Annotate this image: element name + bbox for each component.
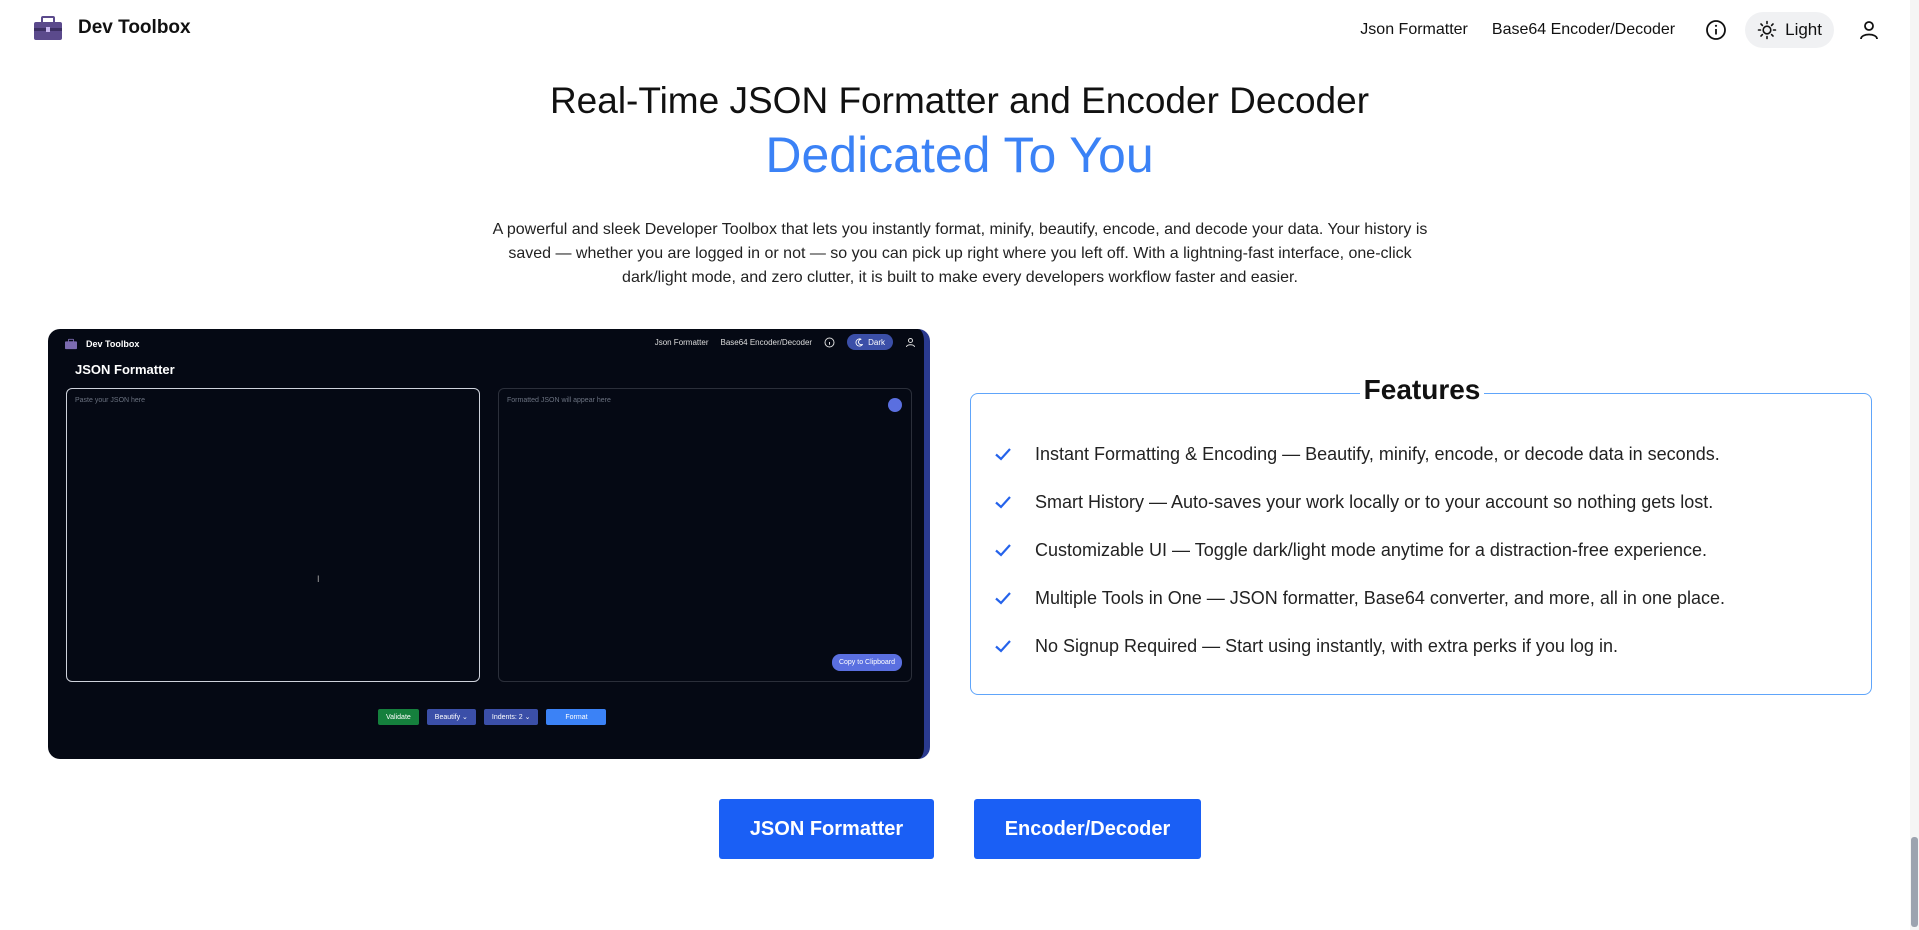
feature-text: Smart History — Auto-saves your work loc… bbox=[1035, 491, 1714, 512]
preview-indents-chevron-icon: ⌄ bbox=[524, 714, 531, 721]
feature-text: Instant Formatting & Encoding — Beautify… bbox=[1035, 443, 1720, 464]
toolbox-logo-icon bbox=[34, 16, 62, 40]
check-icon bbox=[995, 544, 1011, 557]
hero-description: A powerful and sleek Developer Toolbox t… bbox=[492, 221, 1428, 286]
check-icon bbox=[995, 592, 1011, 605]
check-icon bbox=[995, 448, 1011, 461]
preview-copy-icon bbox=[888, 398, 902, 412]
scrollbar-thumb[interactable] bbox=[1911, 837, 1918, 927]
preview-indents-select: Indents: 2 ⌄ bbox=[483, 709, 539, 725]
nav-base64[interactable]: Base64 Encoder/Decoder bbox=[1492, 21, 1675, 39]
feature-text: Customizable UI — Toggle dark/light mode… bbox=[1035, 539, 1707, 560]
moon-icon bbox=[855, 337, 864, 346]
main-nav: Json Formatter Base64 Encoder/Decoder Li… bbox=[1360, 12, 1886, 48]
nav-json-formatter[interactable]: Json Formatter bbox=[1360, 21, 1468, 39]
info-icon bbox=[1706, 20, 1727, 40]
preview-mode-label: Beautify bbox=[434, 713, 461, 721]
user-icon bbox=[1860, 21, 1878, 40]
preview-input-placeholder: Paste your JSON here bbox=[75, 397, 146, 404]
feature-item: No Signup Required — Start using instant… bbox=[993, 622, 1725, 670]
preview-brand-name: Dev Toolbox bbox=[86, 339, 140, 349]
app-preview-image: Dev Toolbox Json Formatter Base64 Encode… bbox=[48, 329, 930, 759]
preview-info-icon bbox=[824, 337, 835, 347]
preview-controls: Validate Beautify ⌄ Indents: 2 ⌄ Format bbox=[378, 709, 607, 725]
preview-title: JSON Formatter bbox=[75, 362, 175, 377]
features-title: Features bbox=[1359, 374, 1485, 405]
check-icon bbox=[995, 496, 1011, 509]
features-list: Instant Formatting & Encoding — Beautify… bbox=[993, 430, 1725, 670]
site-header: Dev Toolbox Json Formatter Base64 Encode… bbox=[0, 0, 1910, 58]
hero-subtitle: Dedicated To You bbox=[765, 127, 1154, 183]
preview-theme-label: Dark bbox=[868, 337, 885, 347]
preview-output-placeholder: Formatted JSON will appear here bbox=[507, 397, 611, 404]
info-button[interactable] bbox=[1699, 13, 1733, 47]
preview-output-panel: Formatted JSON will appear here Copy to … bbox=[498, 388, 912, 682]
hero-title: Real-Time JSON Formatter and Encoder Dec… bbox=[549, 80, 1370, 121]
features-box: Features Instant Formatting & Encoding —… bbox=[970, 374, 1872, 695]
brand-name: Dev Toolbox bbox=[78, 17, 191, 38]
preview-validate-button: Validate bbox=[378, 709, 419, 725]
preview-mode-select: Beautify ⌄ bbox=[426, 709, 476, 725]
theme-toggle-button[interactable]: Light bbox=[1745, 12, 1834, 48]
feature-item: Multiple Tools in One — JSON formatter, … bbox=[993, 574, 1725, 622]
feature-item: Smart History — Auto-saves your work loc… bbox=[993, 478, 1725, 526]
account-button[interactable] bbox=[1852, 13, 1886, 47]
preview-toolbox-logo-icon bbox=[65, 338, 77, 350]
encoder-decoder-button[interactable]: Encoder/Decoder bbox=[974, 799, 1201, 859]
page-scrollbar[interactable] bbox=[1910, 0, 1919, 930]
preview-format-button: Format bbox=[546, 709, 607, 725]
theme-label: Light bbox=[1785, 20, 1822, 39]
features-title-wrap: Features bbox=[971, 374, 1873, 406]
feature-text: No Signup Required — Start using instant… bbox=[1035, 635, 1618, 656]
preview-user-icon bbox=[906, 337, 915, 347]
feature-text: Multiple Tools in One — JSON formatter, … bbox=[1035, 587, 1726, 608]
preview-mode-chevron-icon: ⌄ bbox=[462, 714, 468, 721]
preview-indents-label: Indents: 2 bbox=[491, 713, 523, 721]
json-formatter-button[interactable]: JSON Formatter bbox=[719, 799, 934, 859]
preview-nav-json: Json Formatter bbox=[654, 337, 709, 347]
preview-nav: Json Formatter Base64 Encoder/Decoder Da… bbox=[655, 334, 916, 350]
check-icon bbox=[995, 640, 1011, 653]
preview-input-panel: Paste your JSON here I bbox=[66, 388, 480, 682]
preview-copy-button: Copy to Clipboard bbox=[831, 654, 902, 671]
text-cursor-icon: I bbox=[317, 574, 320, 584]
preview-nav-base64: Base64 Encoder/Decoder bbox=[720, 337, 813, 347]
preview-brand: Dev Toolbox bbox=[64, 338, 139, 350]
sun-icon bbox=[1757, 20, 1777, 40]
preview-theme-toggle: Dark bbox=[847, 334, 893, 350]
feature-item: Customizable UI — Toggle dark/light mode… bbox=[993, 526, 1725, 574]
brand[interactable]: Dev Toolbox bbox=[32, 14, 191, 42]
feature-item: Instant Formatting & Encoding — Beautify… bbox=[993, 430, 1725, 478]
